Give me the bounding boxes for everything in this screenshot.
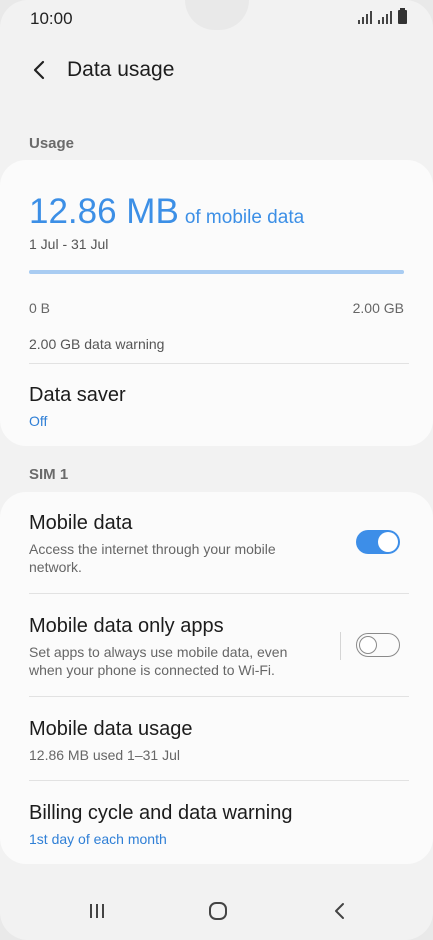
usage-axis-min: 0 B (29, 300, 51, 316)
status-time: 10:00 (30, 9, 73, 28)
mobile-data-only-apps-title: Mobile data only apps (29, 615, 224, 637)
navigation-bar (0, 880, 433, 940)
back-icon[interactable] (325, 896, 355, 926)
section-label-sim1: SIM 1 (29, 466, 69, 483)
mobile-data-only-apps-subtitle: Set apps to always use mobile data, even… (29, 644, 288, 678)
battery-icon (398, 8, 407, 24)
billing-cycle-subtitle: 1st day of each month (29, 831, 167, 847)
system-icons (358, 8, 407, 24)
usage-progress-fill (29, 270, 404, 274)
usage-amount-suffix: of mobile data (184, 207, 305, 228)
home-icon[interactable] (203, 896, 233, 926)
mobile-data-subtitle: Access the internet through your mobile … (29, 541, 276, 575)
usage-date-range: 1 Jul - 31 Jul (29, 236, 109, 252)
usage-amount-value: 12.86 MB (29, 192, 179, 231)
mobile-data-usage-title: Mobile data usage (29, 718, 193, 740)
signal-icon-2 (378, 10, 392, 24)
mobile-data-usage-subtitle: 12.86 MB used 1–31 Jul (29, 747, 180, 763)
data-saver-title: Data saver (29, 384, 126, 406)
mobile-data-only-apps-toggle[interactable] (356, 633, 400, 657)
data-saver-value: Off (29, 413, 48, 429)
section-label-usage: Usage (29, 135, 75, 152)
page-title: Data usage (67, 58, 175, 81)
app-bar: Data usage (0, 50, 433, 90)
billing-cycle-title: Billing cycle and data warning (29, 802, 293, 824)
usage-progress-bar (29, 270, 404, 274)
back-arrow-icon[interactable] (30, 58, 50, 82)
recent-apps-icon[interactable] (82, 896, 112, 926)
divider (29, 696, 409, 697)
mobile-data-title: Mobile data (29, 512, 133, 534)
data-warning-label: 2.00 GB data warning (29, 336, 165, 352)
divider (29, 780, 409, 781)
usage-axis-max: 2.00 GB (352, 300, 404, 316)
usage-card: 12.86 MB of mobile data 1 Jul - 31 Jul 0 … (0, 160, 433, 446)
sim-card: Mobile data Access the internet through … (0, 492, 433, 864)
status-bar: 10:00 (0, 0, 433, 36)
divider (29, 363, 409, 364)
signal-icon (358, 10, 372, 24)
camera-notch (185, 0, 249, 30)
divider (29, 593, 409, 594)
mobile-data-toggle[interactable] (356, 530, 400, 554)
usage-amount: 12.86 MB of mobile data (29, 192, 304, 232)
phone-screen: 10:00 Data usage Usage 12.86 MB of mobile… (0, 0, 433, 940)
toggle-separator (340, 632, 341, 660)
